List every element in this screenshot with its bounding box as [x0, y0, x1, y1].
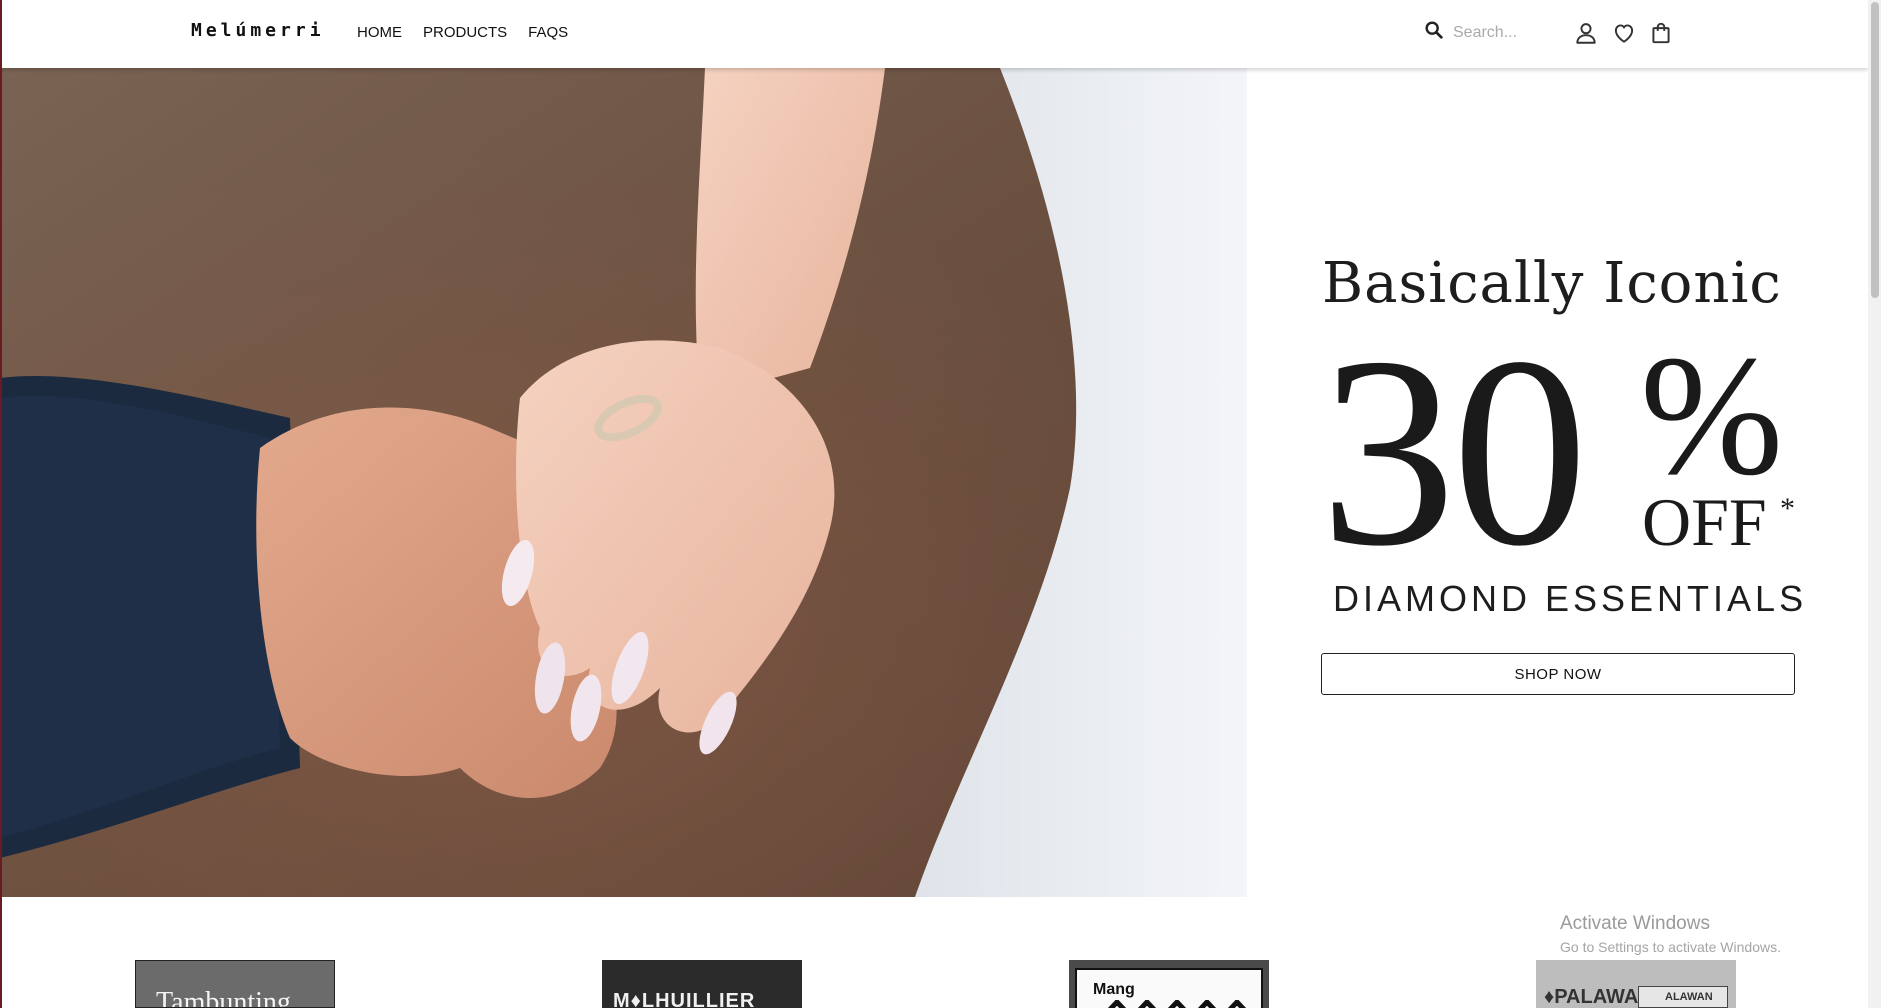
logo-graphic	[1107, 1000, 1247, 1008]
partner-logo-palawan[interactable]: ♦PALAWAN ALAWAN	[1536, 960, 1736, 1008]
partner-logo-frame: Mang	[1075, 968, 1263, 1008]
discount-off: OFF	[1642, 484, 1767, 560]
windows-activation-watermark: Activate Windows Go to Settings to activ…	[1560, 913, 1781, 955]
partner-name: Tambunting	[156, 987, 291, 1008]
partner-logo-mlhuillier[interactable]: M♦LHUILLIER	[602, 960, 802, 1008]
nav-home[interactable]: HOME	[357, 24, 402, 41]
promo-subheadline: DIAMOND ESSENTIALS	[1333, 578, 1808, 619]
site-header: Melúmerri HOME PRODUCTS FAQS	[0, 0, 1868, 68]
promo-panel: Basically Iconic 30 % OFF * DIAMOND ESSE…	[1300, 68, 1820, 897]
main-nav: HOME PRODUCTS FAQS	[357, 24, 568, 41]
search-input[interactable]	[1453, 23, 1563, 42]
partner-logo-tambunting[interactable]: Tambunting	[135, 960, 335, 1008]
discount-number: 30	[1320, 301, 1588, 602]
shopping-bag-icon[interactable]	[1648, 20, 1674, 46]
shop-now-button[interactable]: SHOP NOW	[1321, 653, 1795, 695]
search-icon[interactable]	[1423, 19, 1445, 46]
nav-products[interactable]: PRODUCTS	[423, 24, 507, 41]
hero-image	[0, 68, 1247, 897]
nav-faqs[interactable]: FAQS	[528, 24, 568, 41]
watermark-title: Activate Windows	[1560, 913, 1710, 934]
watermark-subtitle: Go to Settings to activate Windows.	[1560, 939, 1781, 955]
window-edge	[0, 0, 2, 1008]
scrollbar-thumb[interactable]	[1871, 2, 1879, 298]
partner-name: Mang	[1093, 981, 1135, 998]
discount-asterisk: *	[1780, 492, 1795, 525]
partner-name: ♦PALAWAN	[1544, 986, 1653, 1008]
hero-banner: Basically Iconic 30 % OFF * DIAMOND ESSE…	[0, 68, 1868, 897]
user-icon[interactable]	[1573, 20, 1599, 46]
partner-badge: ALAWAN	[1638, 986, 1728, 1008]
partner-name: M♦LHUILLIER	[613, 990, 756, 1008]
scrollbar[interactable]	[1868, 0, 1881, 1008]
partner-logo-mang[interactable]: Mang	[1069, 960, 1269, 1008]
brand-logo[interactable]: Melúmerri	[191, 20, 325, 41]
heart-icon[interactable]	[1611, 20, 1637, 46]
search-box	[1423, 19, 1563, 46]
discount-percent: %	[1640, 321, 1784, 511]
